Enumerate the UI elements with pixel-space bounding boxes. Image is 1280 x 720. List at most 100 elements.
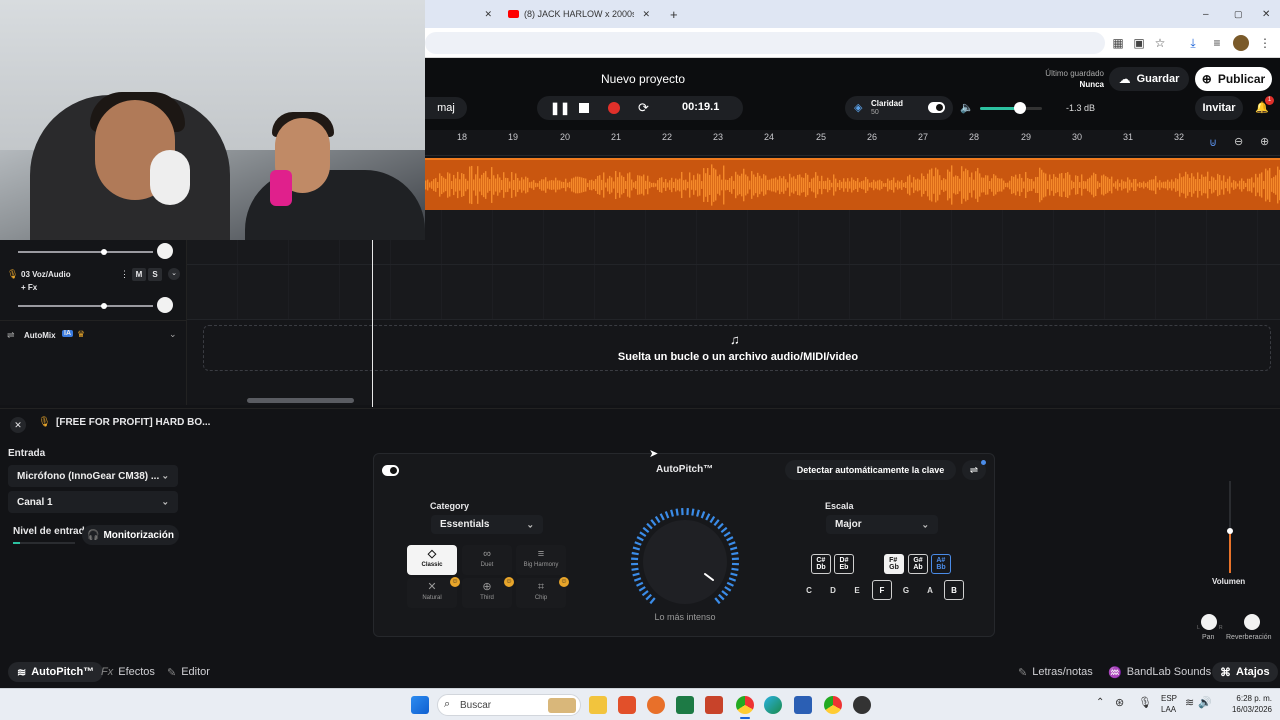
browser-tab-previous[interactable]: ✕ <box>425 0 500 28</box>
volume-fader-thumb[interactable] <box>1227 528 1233 534</box>
window-close-button[interactable]: ✕ <box>1254 0 1278 28</box>
clarity-toggle[interactable] <box>928 102 945 113</box>
zoom-out-icon[interactable]: ⊖ <box>1234 135 1243 148</box>
maximize-button[interactable]: ▢ <box>1226 0 1251 28</box>
chevron-down-icon[interactable]: ⌄ <box>169 329 177 340</box>
download-icon[interactable]: ⤓ <box>1185 35 1201 51</box>
excel-icon[interactable] <box>676 696 694 714</box>
dropzone[interactable]: ♫ Suelta un bucle o un archivo audio/MID… <box>203 325 1271 371</box>
invite-button[interactable]: Invitar <box>1195 96 1243 120</box>
track-lane[interactable] <box>187 265 1280 320</box>
file-explorer-icon[interactable] <box>589 696 607 714</box>
solo-button[interactable]: S <box>148 268 162 281</box>
track-volume-slider[interactable] <box>18 251 153 253</box>
speaker-icon[interactable]: 🔈 <box>960 101 974 114</box>
slider-thumb[interactable] <box>101 303 107 309</box>
key-g[interactable]: G <box>896 580 916 600</box>
reading-list-icon[interactable]: ≡ <box>1209 35 1225 51</box>
key-f[interactable]: F <box>872 580 892 600</box>
lyrics-notes-button[interactable]: ✎ Letras/notas <box>1018 662 1093 682</box>
key-a[interactable]: A <box>920 580 940 600</box>
loop-icon[interactable]: ⟳ <box>638 100 649 116</box>
pan-knob[interactable] <box>1201 614 1217 630</box>
slider-thumb[interactable] <box>101 249 107 255</box>
editor-tab[interactable]: ✎ Editor <box>167 662 210 682</box>
monitoring-button[interactable]: 🎧 Monitorización <box>82 525 179 545</box>
intensity-dial[interactable] <box>629 506 741 618</box>
style-classic[interactable]: ◇ Classic <box>407 545 457 575</box>
audio-clip-waveform[interactable] <box>425 158 1280 210</box>
firefox-icon[interactable] <box>647 696 665 714</box>
chrome-profile-icon[interactable] <box>824 696 842 714</box>
effects-tab[interactable]: Fx Efectos <box>101 662 155 682</box>
key-pill[interactable]: maj <box>425 97 467 119</box>
word-icon[interactable] <box>794 696 812 714</box>
bandlab-sounds-button[interactable]: ♒ BandLab Sounds <box>1108 662 1211 682</box>
track-volume-slider[interactable] <box>18 305 153 307</box>
channel-select[interactable]: Canal 1 ⌄ <box>8 491 178 513</box>
playhead[interactable] <box>372 240 373 407</box>
language-top[interactable]: ESP <box>1161 694 1177 703</box>
github-icon[interactable] <box>853 696 871 714</box>
automix-label[interactable]: AutoMix <box>24 331 56 340</box>
taskbar-date[interactable]: 16/03/2026 <box>1222 705 1272 714</box>
timeline-ruler[interactable]: 18 19 20 21 22 23 24 25 26 27 28 29 30 3… <box>425 130 1280 156</box>
input-device-select[interactable]: Micrófono (InnoGear CM38) ... ⌄ <box>8 465 178 487</box>
chevron-down-icon[interactable]: ⌄ <box>168 268 180 280</box>
screenshot-icon[interactable]: ▣ <box>1131 35 1147 51</box>
reverb-knob[interactable] <box>1244 614 1260 630</box>
powerpoint-icon[interactable] <box>705 696 723 714</box>
wifi-icon[interactable]: ≋ <box>1185 696 1194 709</box>
windows-start-icon[interactable] <box>411 696 429 714</box>
microphone-tray-icon[interactable]: 🎙 <box>1138 696 1152 709</box>
volume-fader[interactable] <box>1229 481 1231 573</box>
language-bottom[interactable]: LAA <box>1161 705 1176 714</box>
volume-tray-icon[interactable]: 🔊 <box>1198 696 1212 709</box>
record-icon[interactable] <box>608 102 620 114</box>
kebab-menu-icon[interactable]: ⋮ <box>1257 35 1273 51</box>
horizontal-scrollbar[interactable] <box>247 398 354 403</box>
detect-key-button[interactable]: Detectar automáticamente la clave <box>785 460 956 480</box>
taskbar-search[interactable]: ⌕ Buscar <box>437 694 581 716</box>
minimize-button[interactable]: – <box>1195 0 1217 28</box>
key-f-sharp[interactable]: F# Gb <box>884 554 904 574</box>
style-duet[interactable]: ∞ Duet <box>462 545 512 575</box>
key-d[interactable]: D <box>823 580 843 600</box>
key-d-sharp[interactable]: D# Eb <box>834 554 854 574</box>
scale-select[interactable]: Major ⌄ <box>826 515 938 534</box>
taskbar-time[interactable]: 6:28 p. m. <box>1222 694 1272 703</box>
autopitch-toggle[interactable] <box>382 465 399 476</box>
key-b[interactable]: B <box>944 580 964 600</box>
add-fx-button[interactable]: + Fx <box>21 283 37 292</box>
close-tab-icon[interactable]: ✕ <box>642 9 650 20</box>
key-c-sharp[interactable]: C# Db <box>811 554 831 574</box>
close-panel-icon[interactable]: ✕ <box>10 417 26 433</box>
edge-icon[interactable] <box>764 696 782 714</box>
apps-icon[interactable]: ▦ <box>1110 35 1126 51</box>
style-big-harmony[interactable]: ≡ Big Harmony <box>516 545 566 575</box>
profile-avatar[interactable] <box>1233 35 1249 51</box>
key-a-sharp[interactable]: A# Bb <box>931 554 951 574</box>
key-g-sharp[interactable]: G# Ab <box>908 554 928 574</box>
pause-icon[interactable]: ❚❚ <box>550 101 570 115</box>
master-volume-slider[interactable] <box>980 102 1042 114</box>
shortcuts-button[interactable]: ⌘ Atajos <box>1212 662 1278 682</box>
publish-button[interactable]: ⊕ Publicar <box>1195 67 1272 91</box>
brave-icon[interactable] <box>618 696 636 714</box>
key-e[interactable]: E <box>847 580 867 600</box>
magnet-icon[interactable]: ⊍ <box>1209 136 1217 149</box>
browser-tab-youtube[interactable]: (8) JACK HARLOW x 2000s TYPE ✕ <box>500 0 660 28</box>
category-select[interactable]: Essentials ⌄ <box>431 515 543 534</box>
mute-button[interactable]: M <box>132 268 146 281</box>
autopitch-tab[interactable]: ≋ AutoPitch™ <box>8 662 104 682</box>
zoom-in-icon[interactable]: ⊕ <box>1260 135 1269 148</box>
address-field[interactable] <box>425 32 1105 54</box>
pan-knob[interactable] <box>157 243 173 259</box>
pan-knob[interactable] <box>157 297 173 313</box>
chrome-icon[interactable] <box>736 696 754 714</box>
key-c[interactable]: C <box>799 580 819 600</box>
new-tab-button[interactable]: + <box>662 0 686 28</box>
bookmark-star-icon[interactable]: ☆ <box>1152 35 1168 51</box>
stop-icon[interactable] <box>579 103 589 113</box>
network-icon[interactable]: ⊛ <box>1115 696 1124 709</box>
